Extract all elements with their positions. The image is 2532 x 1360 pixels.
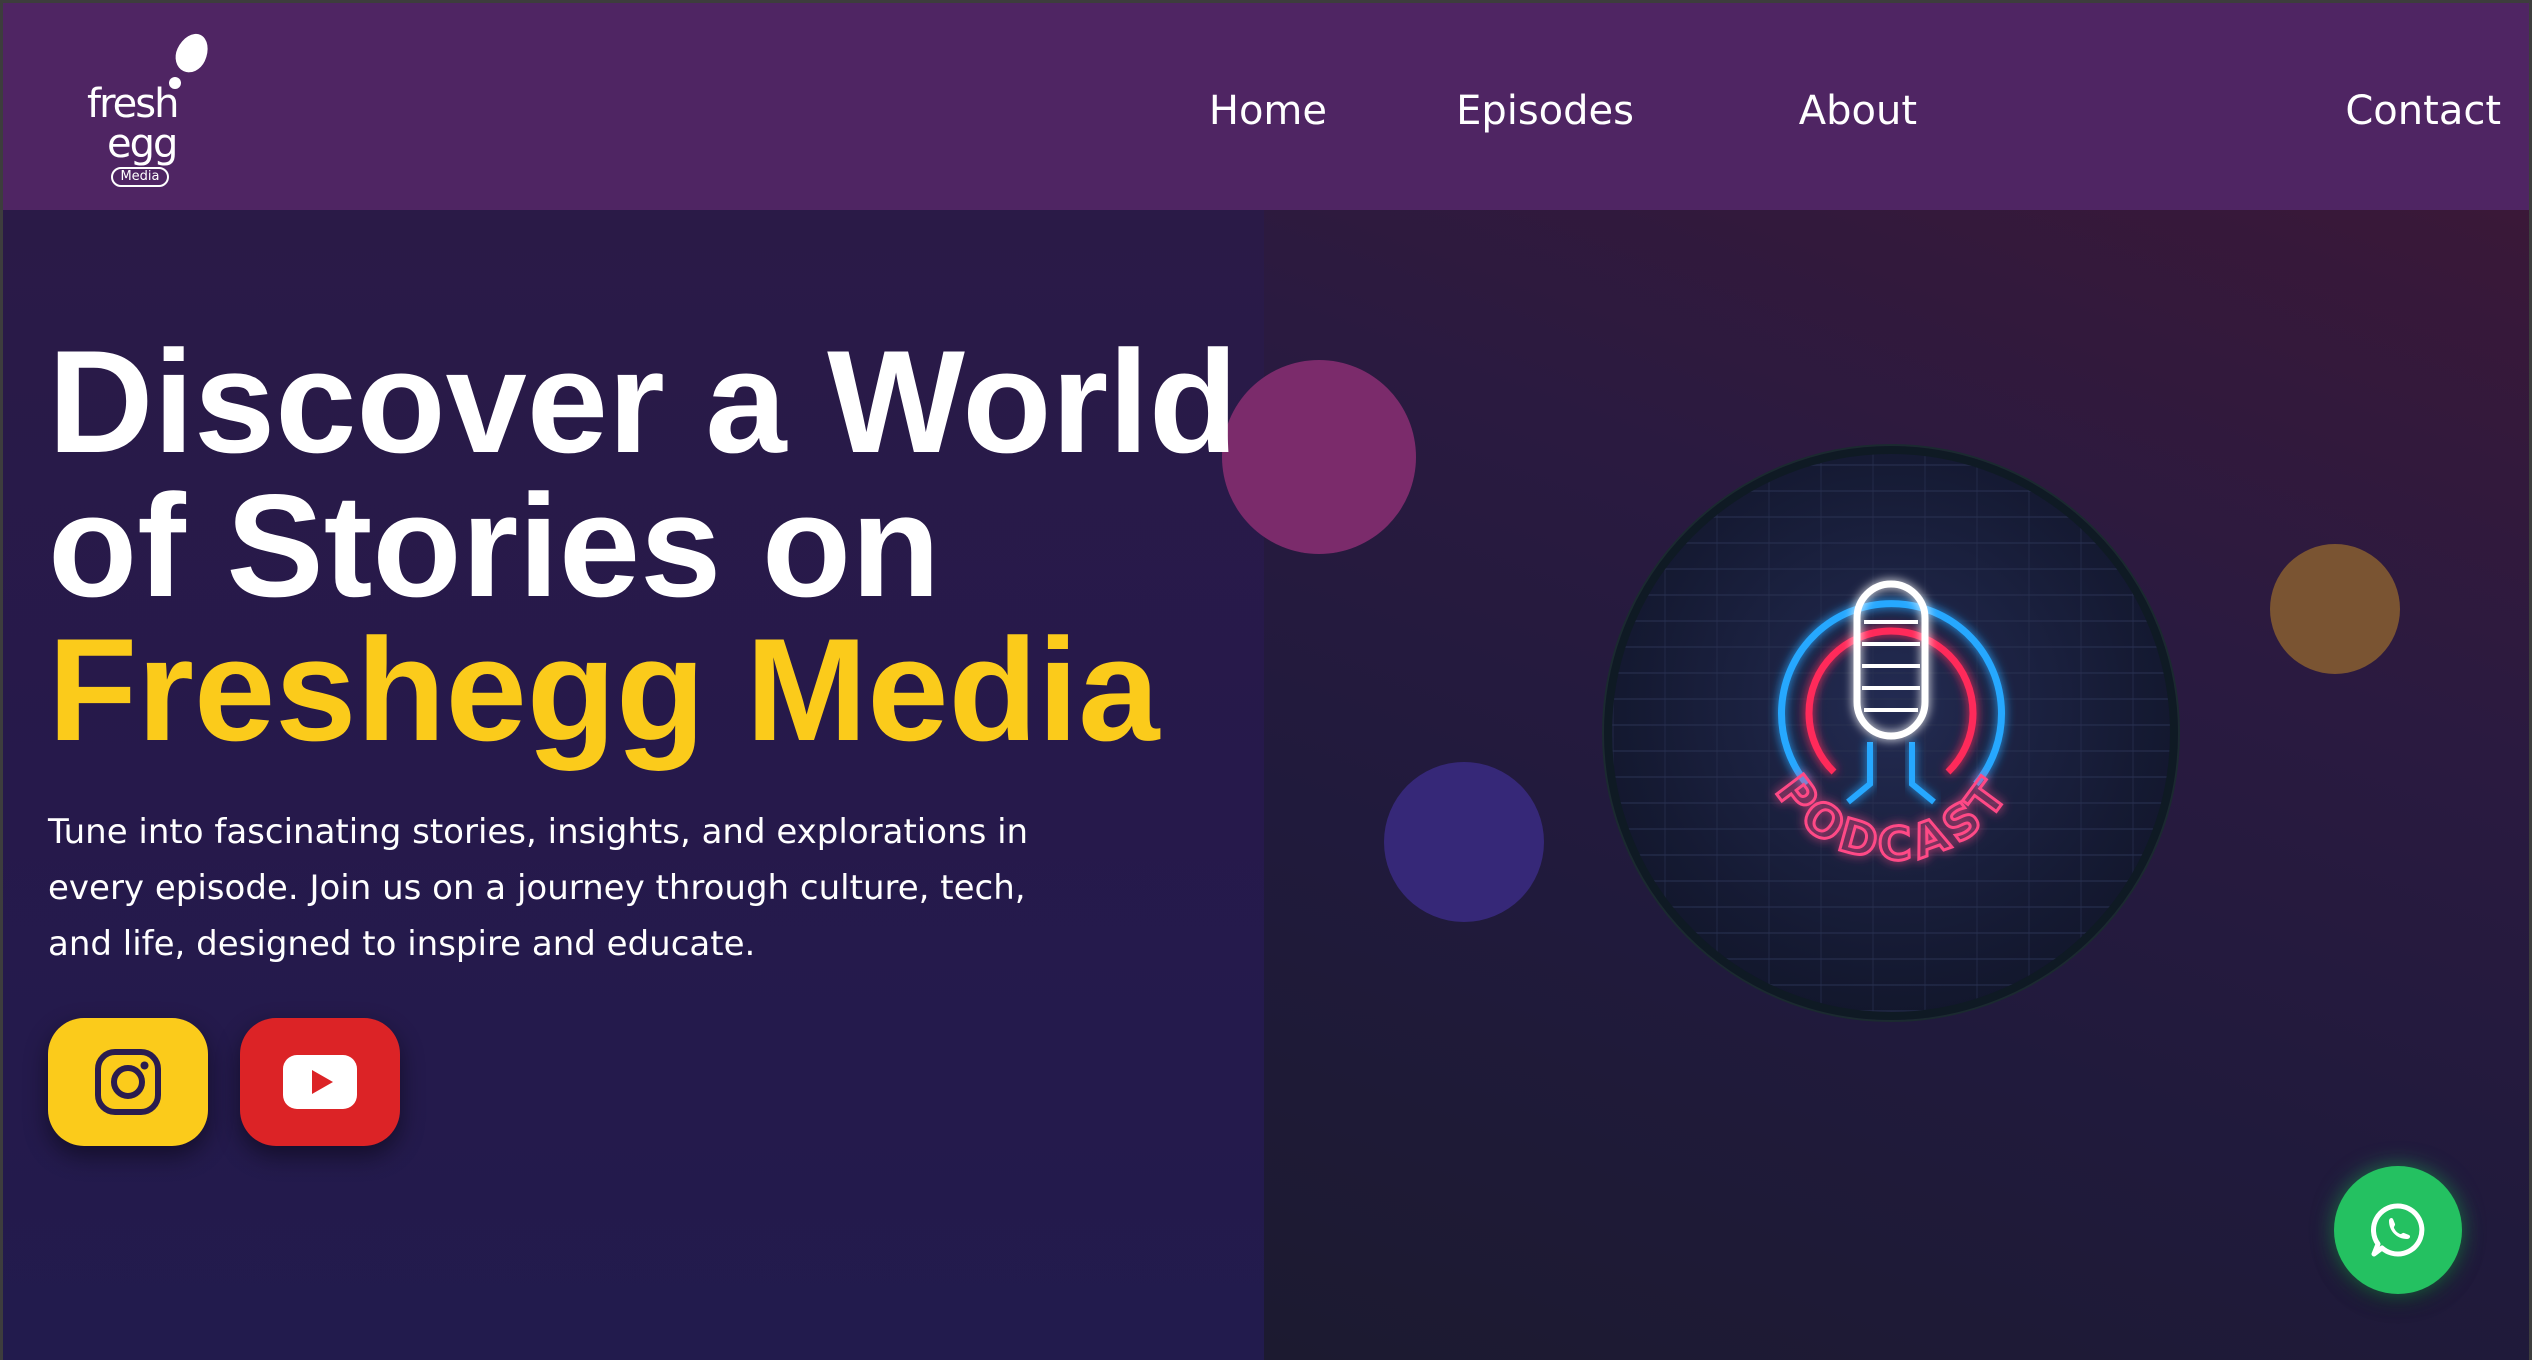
- nav-item-home[interactable]: Home: [1209, 83, 1327, 139]
- instagram-button[interactable]: [48, 1018, 208, 1146]
- podcast-neon-image: PODCAST: [1604, 446, 2178, 1020]
- whatsapp-icon: [2370, 1203, 2425, 1257]
- nav-item-episodes[interactable]: Episodes: [1456, 83, 1634, 139]
- hero-subtext: Tune into fascinating stories, insights,…: [48, 812, 1029, 964]
- page: fresh egg Media Home Episodes About Cont…: [0, 0, 2532, 1360]
- decorative-brown-circle: [2270, 544, 2400, 674]
- freshegg-logo[interactable]: fresh egg Media: [87, 28, 217, 191]
- hero-headline: Discover a World of Stories on Freshegg …: [48, 329, 1278, 771]
- podcast-sign-text: PODCAST: [1764, 763, 2016, 873]
- logo-word-egg: egg: [107, 121, 178, 167]
- svg-text:PODCAST: PODCAST: [1765, 765, 2020, 872]
- logo-badge-media: Media: [111, 167, 169, 187]
- instagram-icon: [95, 1049, 161, 1115]
- site-header: fresh egg Media Home Episodes About Cont…: [0, 0, 2532, 210]
- nav-item-contact[interactable]: Contact: [2345, 83, 2501, 139]
- logo-egg-drop-icon: [169, 28, 215, 78]
- youtube-button[interactable]: [240, 1018, 400, 1146]
- podcast-mic-icon: PODCAST: [1764, 580, 2020, 873]
- logo-word-fresh: fresh: [87, 81, 179, 127]
- nav-item-about[interactable]: About: [1799, 83, 1917, 139]
- headline-line-1: Discover a World: [48, 320, 1239, 483]
- headline-accent: Freshegg Media: [48, 608, 1160, 771]
- decorative-blue-circle: [1384, 762, 1544, 922]
- youtube-icon: [283, 1055, 357, 1109]
- whatsapp-button[interactable]: [2334, 1166, 2462, 1294]
- headline-line-2: of Stories on: [48, 464, 941, 627]
